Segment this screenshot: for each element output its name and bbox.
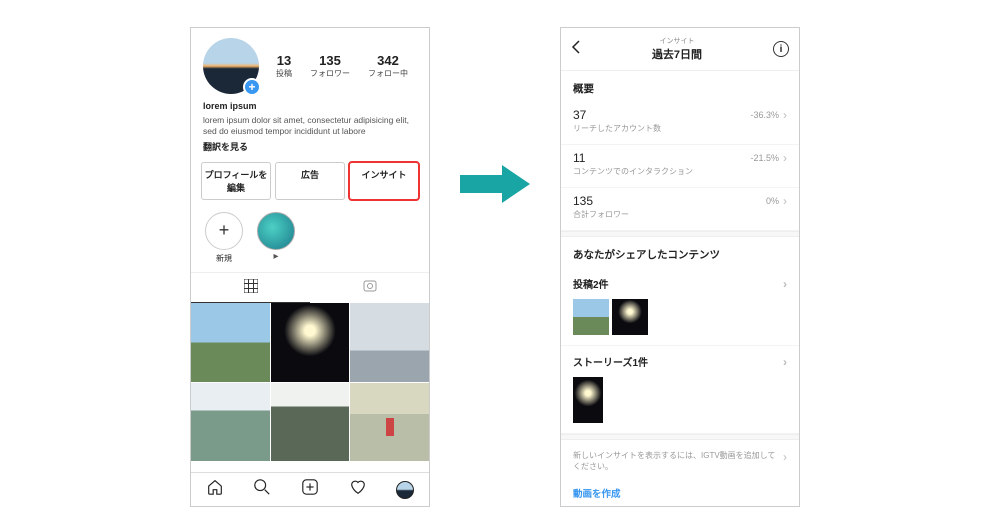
create-video-link[interactable]: 動画を作成 — [561, 482, 799, 507]
tagged-tab[interactable] — [310, 273, 429, 303]
chevron-right-icon: › — [783, 450, 787, 464]
story-thumbnail[interactable] — [573, 377, 603, 423]
chevron-right-icon: › — [783, 108, 787, 122]
posts-stat[interactable]: 13 投稿 — [276, 53, 292, 79]
stories-thumbnails — [561, 377, 799, 434]
post-thumbnail[interactable] — [350, 383, 429, 462]
post-thumbnail[interactable] — [350, 303, 429, 382]
heart-icon[interactable] — [349, 478, 367, 501]
new-story[interactable]: + 新規 — [205, 212, 243, 264]
posts-count: 13 — [276, 53, 292, 68]
insights-header: インサイト 過去7日間 i — [561, 28, 799, 71]
header-period: 過去7日間 — [652, 46, 702, 62]
reach-value: 37 — [573, 108, 661, 122]
add-post-icon[interactable] — [301, 478, 319, 501]
followers-delta: 0% — [766, 196, 779, 206]
profile-description: lorem ipsum dolor sit amet, consectetur … — [203, 115, 417, 139]
interactions-metric[interactable]: 11 コンテンツでのインタラクション -21.5% › — [561, 145, 799, 188]
reel-icon: ▸ — [257, 251, 295, 262]
interactions-value: 11 — [573, 151, 693, 165]
following-count: 342 — [368, 53, 408, 68]
igtv-note-text: 新しいインサイトを表示するには、IGTV動画を追加してください。 — [573, 450, 783, 472]
post-thumbnail[interactable] — [191, 303, 270, 382]
posts-count-label: 投稿2件 — [573, 276, 609, 291]
grid-tab[interactable] — [191, 273, 310, 303]
followers-metric[interactable]: 135 合計フォロワー 0% › — [561, 188, 799, 231]
profile-screen: + 13 投稿 135 フォロワー 342 フォロー中 lorem ipsum … — [190, 27, 430, 507]
bottom-nav — [191, 472, 429, 506]
chevron-right-icon: › — [783, 194, 787, 208]
reach-label: リーチしたアカウント数 — [573, 123, 661, 134]
followers-total-label: 合計フォロワー — [573, 209, 629, 220]
back-icon[interactable] — [571, 40, 581, 59]
home-icon[interactable] — [206, 478, 224, 501]
new-story-label: 新規 — [205, 253, 243, 264]
reach-metric[interactable]: 37 リーチしたアカウント数 -36.3% › — [561, 102, 799, 145]
stories-count-label: ストーリーズ1件 — [573, 354, 648, 369]
insights-button[interactable]: インサイト — [349, 162, 419, 200]
posts-thumbnails — [561, 299, 799, 346]
stories-content-row[interactable]: ストーリーズ1件 › — [561, 346, 799, 377]
chevron-right-icon: › — [783, 277, 787, 291]
add-icon[interactable]: + — [243, 78, 261, 96]
info-icon[interactable]: i — [773, 41, 789, 57]
ads-button[interactable]: 広告 — [275, 162, 345, 200]
interactions-delta: -21.5% — [750, 153, 779, 163]
following-stat[interactable]: 342 フォロー中 — [368, 53, 408, 79]
following-label: フォロー中 — [368, 68, 408, 79]
stories-row: + 新規 ▸ — [191, 208, 429, 272]
edit-profile-button[interactable]: プロフィールを編集 — [201, 162, 271, 200]
post-thumbnail[interactable] — [271, 303, 350, 382]
interactions-label: コンテンツでのインタラクション — [573, 166, 693, 177]
followers-value: 135 — [573, 194, 629, 208]
view-tabs — [191, 272, 429, 303]
tagged-icon — [363, 279, 377, 293]
chevron-right-icon: › — [783, 355, 787, 369]
header-subtitle: インサイト — [652, 36, 702, 46]
profile-avatar[interactable]: + — [203, 38, 259, 94]
profile-header: + 13 投稿 135 フォロワー 342 フォロー中 — [191, 28, 429, 100]
profile-name: lorem ipsum — [203, 100, 417, 113]
story-thumbnail — [257, 212, 295, 250]
stats-row: 13 投稿 135 フォロワー 342 フォロー中 — [259, 38, 417, 94]
overview-title: 概要 — [561, 71, 799, 102]
followers-count: 135 — [310, 53, 350, 68]
followers-stat[interactable]: 135 フォロワー — [310, 53, 350, 79]
story-highlight[interactable]: ▸ — [257, 212, 295, 264]
action-buttons: プロフィールを編集 広告 インサイト — [191, 154, 429, 208]
plus-icon: + — [205, 212, 243, 250]
arrow-icon — [460, 165, 530, 203]
reach-delta: -36.3% — [750, 110, 779, 120]
translate-link[interactable]: 翻訳を見る — [203, 141, 417, 154]
chevron-right-icon: › — [783, 151, 787, 165]
post-thumbnail[interactable] — [191, 383, 270, 462]
profile-bio: lorem ipsum lorem ipsum dolor sit amet, … — [191, 100, 429, 154]
posts-label: 投稿 — [276, 68, 292, 79]
igtv-row[interactable]: 新しいインサイトを表示するには、IGTV動画を追加してください。 › — [561, 440, 799, 482]
grid-icon — [244, 279, 258, 293]
post-thumbnail[interactable] — [612, 299, 648, 335]
header-title: インサイト 過去7日間 — [652, 36, 702, 62]
post-thumbnail[interactable] — [271, 383, 350, 462]
search-icon[interactable] — [253, 478, 271, 501]
profile-nav-icon[interactable] — [396, 481, 414, 499]
insights-screen: インサイト 過去7日間 i 概要 37 リーチしたアカウント数 -36.3% ›… — [560, 27, 800, 507]
posts-grid — [191, 303, 429, 461]
followers-label: フォロワー — [310, 68, 350, 79]
shared-content-title: あなたがシェアしたコンテンツ — [561, 237, 799, 268]
posts-content-row[interactable]: 投稿2件 › — [561, 268, 799, 299]
post-thumbnail[interactable] — [573, 299, 609, 335]
